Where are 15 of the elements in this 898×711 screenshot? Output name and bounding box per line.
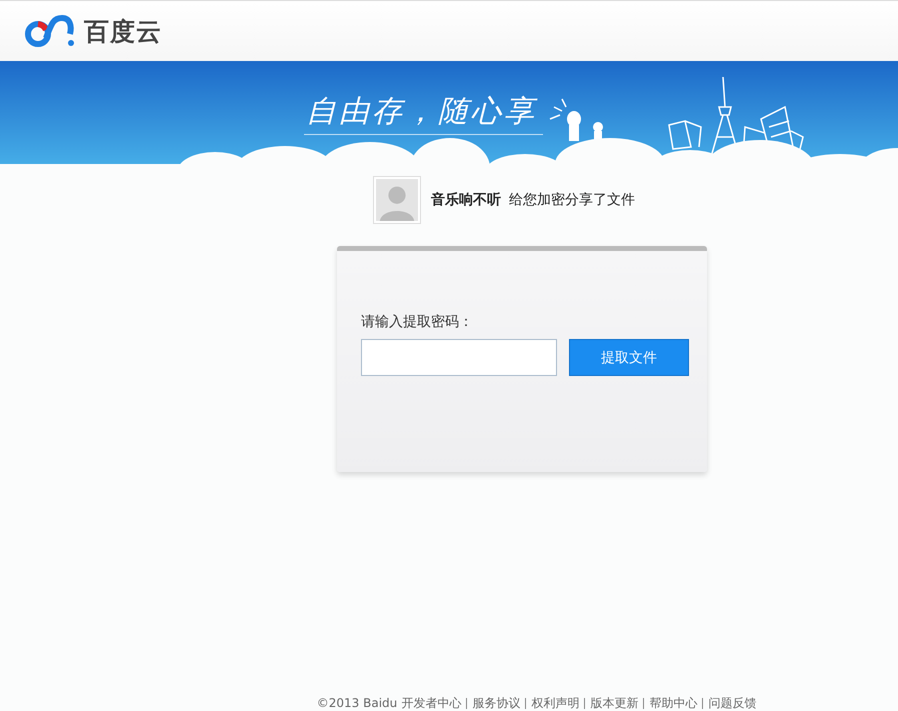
copyright-text: ©2013 Baidu: [316, 696, 398, 710]
footer-link[interactable]: 帮助中心: [643, 698, 702, 708]
footer-link[interactable]: 权利声明: [525, 698, 584, 708]
footer-link[interactable]: 版本更新: [584, 698, 644, 708]
user-name: 音乐响不听: [431, 191, 501, 209]
avatar-silhouette: [373, 176, 421, 224]
extract-file-button[interactable]: 提取文件: [569, 339, 689, 376]
password-input[interactable]: [361, 339, 558, 376]
share-message: 给您加密分享了文件: [509, 191, 635, 209]
footer-link[interactable]: 服务协议: [466, 698, 526, 708]
footer-link[interactable]: 问题反馈: [702, 698, 762, 708]
logo-text: 百度云: [84, 16, 162, 48]
banner-slogan: 自由存，随心享: [304, 91, 543, 135]
footer-link[interactable]: 开发者中心: [401, 698, 466, 708]
password-label: 请输入提取密码：: [361, 313, 474, 331]
